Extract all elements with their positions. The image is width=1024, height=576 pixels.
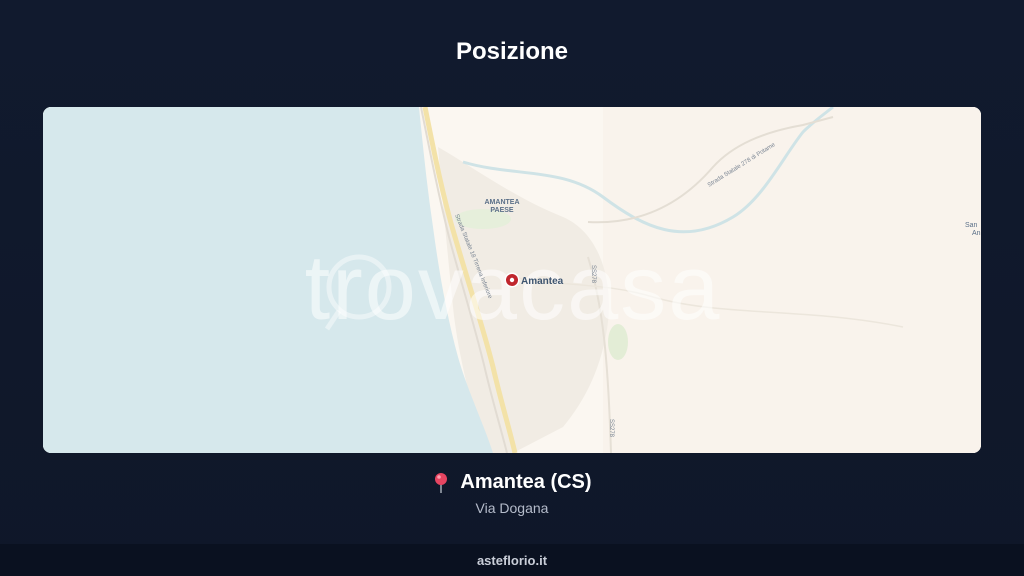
footer-site[interactable]: asteflorio.it: [477, 553, 547, 568]
map-label-road: SS278: [608, 419, 614, 438]
map[interactable]: trovacasa AMANTEA PAESE Amantea Strada S…: [43, 107, 981, 453]
watermark-text: trovacasa: [305, 237, 722, 339]
location-marker-icon[interactable]: [504, 272, 520, 288]
round-pushpin-icon: [432, 472, 450, 494]
page-title: Posizione: [455, 38, 569, 65]
location-line: Amantea (CS): [0, 471, 1024, 494]
footer: asteflorio.it: [0, 544, 1024, 576]
location-name: Amantea (CS): [460, 471, 592, 493]
map-label-paese: AMANTEA: [485, 199, 520, 206]
map-label-edge: An: [972, 230, 981, 237]
map-label-town: Amantea: [521, 276, 564, 287]
map-label-paese: PAESE: [490, 207, 514, 214]
map-label-edge: San: [965, 222, 978, 229]
location-address: Via Dogana: [475, 500, 549, 516]
map-canvas[interactable]: trovacasa AMANTEA PAESE Amantea Strada S…: [43, 107, 981, 453]
map-label-road: SS278: [590, 265, 596, 284]
